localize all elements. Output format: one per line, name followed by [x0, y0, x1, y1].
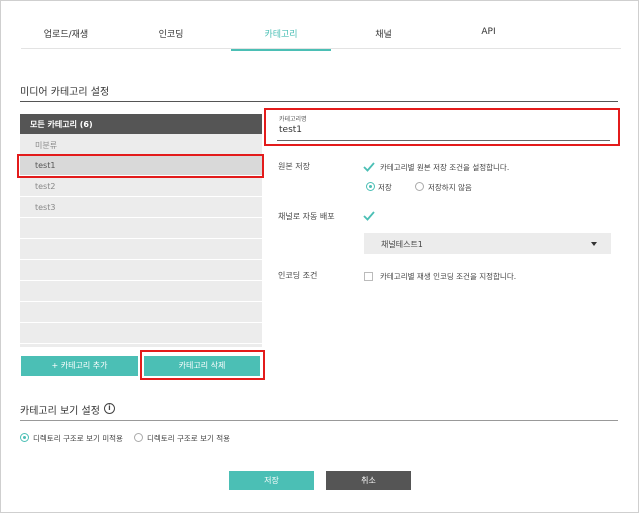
- category-list-header[interactable]: 모든 카테고리 (6): [20, 114, 262, 134]
- category-name-input[interactable]: test1: [279, 125, 302, 135]
- empty-row: [20, 218, 262, 239]
- empty-row: [20, 260, 262, 281]
- tab-encoding[interactable]: 인코딩: [126, 27, 216, 49]
- encoding-condition-label: 인코딩 조건: [278, 271, 318, 280]
- encoding-condition-checkbox[interactable]: [364, 272, 373, 281]
- radio-dont-save-label: 저장하지 않음: [428, 183, 472, 192]
- cancel-button[interactable]: 취소: [326, 471, 411, 490]
- empty-row: [20, 323, 262, 344]
- original-save-label: 원본 저장: [278, 162, 310, 171]
- tab-channel[interactable]: 채널: [341, 27, 426, 49]
- auto-distribute-label: 채널로 자동 배포: [278, 212, 335, 221]
- category-item-test1[interactable]: test1: [20, 155, 262, 176]
- original-save-description: 카테고리별 원본 저장 조건을 설정합니다.: [380, 163, 510, 172]
- settings-panel: 업로드/재생 인코딩 카테고리 채널 API 미디어 카테고리 설정 모든 카테…: [0, 0, 639, 513]
- category-list: 미분류 test1 test2 test3: [20, 134, 262, 347]
- section-divider: [20, 420, 618, 421]
- encoding-condition-description: 카테고리별 재생 인코딩 조건을 지정합니다.: [380, 272, 517, 281]
- radio-directory-on[interactable]: [134, 433, 143, 442]
- auto-distribute-check-icon[interactable]: [363, 211, 375, 221]
- channel-select[interactable]: 채널테스트1: [364, 233, 611, 254]
- empty-row: [20, 239, 262, 260]
- radio-directory-off-label: 디렉토리 구조로 보기 미적용: [33, 434, 123, 443]
- tab-bar: 업로드/재생 인코딩 카테고리 채널 API: [21, 27, 621, 51]
- category-item-test2[interactable]: test2: [20, 176, 262, 197]
- chevron-down-icon: [591, 242, 597, 246]
- input-underline: [277, 140, 610, 141]
- delete-category-button[interactable]: 카테고리 삭제: [144, 356, 260, 376]
- tab-category[interactable]: 카테고리: [231, 27, 331, 51]
- save-button[interactable]: 저장: [229, 471, 314, 490]
- radio-save[interactable]: [366, 182, 375, 191]
- tab-api[interactable]: API: [441, 27, 536, 49]
- radio-save-label: 저장: [378, 183, 392, 192]
- category-view-title: 카테고리 보기 설정: [20, 406, 100, 417]
- empty-row: [20, 281, 262, 302]
- channel-select-value: 채널테스트1: [381, 240, 423, 249]
- section-divider: [20, 101, 618, 102]
- category-item-test3[interactable]: test3: [20, 197, 262, 218]
- empty-row: [20, 302, 262, 323]
- radio-directory-on-label: 디렉토리 구조로 보기 적용: [147, 434, 231, 443]
- category-name-label: 카테고리명: [279, 116, 307, 123]
- media-category-title: 미디어 카테고리 설정: [20, 87, 110, 98]
- original-save-check-icon[interactable]: [363, 162, 375, 172]
- info-icon[interactable]: i: [104, 403, 115, 414]
- tab-upload-playback[interactable]: 업로드/재생: [21, 27, 111, 49]
- radio-directory-off[interactable]: [20, 433, 29, 442]
- category-item-unclassified[interactable]: 미분류: [20, 134, 262, 155]
- radio-dont-save[interactable]: [415, 182, 424, 191]
- add-category-button[interactable]: + 카테고리 추가: [21, 356, 138, 376]
